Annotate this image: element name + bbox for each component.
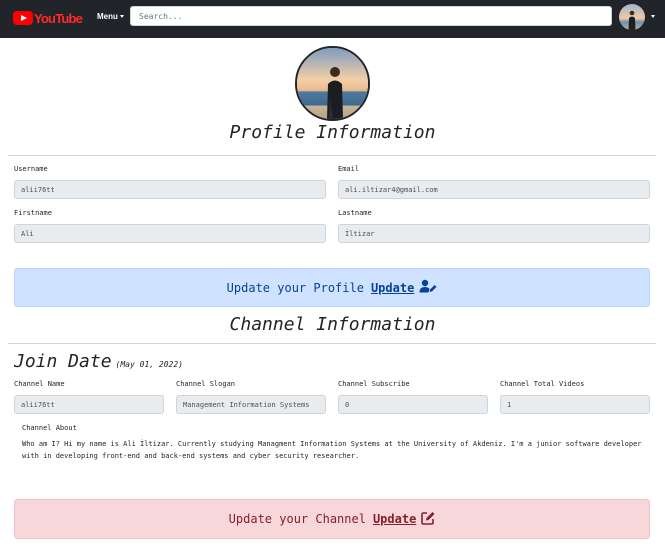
username-label: Username (14, 165, 48, 173)
play-icon (13, 11, 33, 25)
user-avatar[interactable] (619, 4, 645, 30)
channel-slogan-field[interactable]: Management Information Systems (176, 395, 326, 414)
youtube-logo[interactable]: YouTube (13, 8, 83, 28)
channel-name-field[interactable]: alii76tt (14, 395, 164, 414)
channel-subscribe-label: Channel Subscribe (338, 380, 410, 388)
update-profile-alert: Update your Profile Update (14, 268, 650, 307)
firstname-label: Firstname (14, 209, 52, 217)
menu-label: Menu (97, 11, 118, 21)
lastname-field[interactable]: İltizar (338, 224, 650, 243)
search-input[interactable] (130, 6, 612, 26)
email-label: Email (338, 165, 360, 173)
channel-about-text: Who am I? Hi my name is Ali İltizar. Cur… (22, 440, 642, 460)
chevron-down-icon (119, 14, 124, 18)
edit-icon[interactable] (421, 511, 435, 528)
channel-about-label: Channel About (22, 424, 77, 432)
update-profile-text: Update your Profile (226, 280, 364, 295)
channel-slogan-label: Channel Slogan (176, 380, 236, 388)
profile-title: Profile Information (229, 122, 436, 143)
update-channel-text: Update your Channel (228, 512, 366, 526)
update-profile-link[interactable]: Update (371, 281, 414, 295)
join-date-heading: Join Date (May 01, 2022) (14, 351, 183, 372)
user-edit-icon[interactable] (419, 279, 437, 296)
channel-name-label: Channel Name (14, 380, 65, 388)
email-field[interactable]: ali.iltizar4@gmail.com (338, 180, 650, 199)
username-field[interactable]: alii76tt (14, 180, 326, 199)
chevron-down-icon[interactable] (651, 15, 655, 18)
divider (8, 155, 656, 156)
firstname-field[interactable]: Ali (14, 224, 326, 243)
channel-subscribe-field[interactable]: 0 (338, 395, 488, 414)
join-date-label: Join Date (14, 351, 112, 372)
divider (8, 343, 656, 344)
lastname-label: Lastname (338, 209, 372, 217)
menu-dropdown[interactable]: Menu (97, 11, 124, 21)
update-channel-alert: Update your Channel Update (14, 499, 650, 539)
profile-avatar (295, 46, 370, 121)
channel-videos-field[interactable]: 1 (500, 395, 650, 414)
channel-videos-label: Channel Total Videos (500, 380, 585, 388)
join-date-value: (May 01, 2022) (115, 360, 183, 369)
channel-title: Channel Information (229, 314, 436, 335)
logo-text: YouTube (34, 10, 83, 26)
update-channel-link[interactable]: Update (373, 512, 416, 526)
navbar: YouTube Menu (0, 0, 665, 38)
